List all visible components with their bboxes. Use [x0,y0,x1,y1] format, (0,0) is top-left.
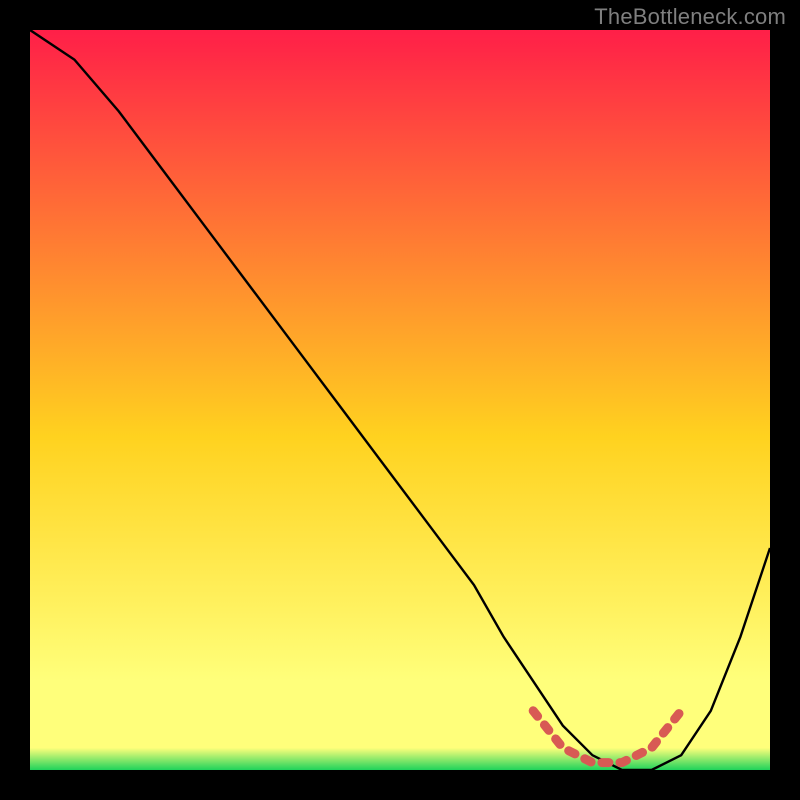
watermark-text: TheBottleneck.com [594,4,786,30]
bottleneck-chart [30,30,770,770]
